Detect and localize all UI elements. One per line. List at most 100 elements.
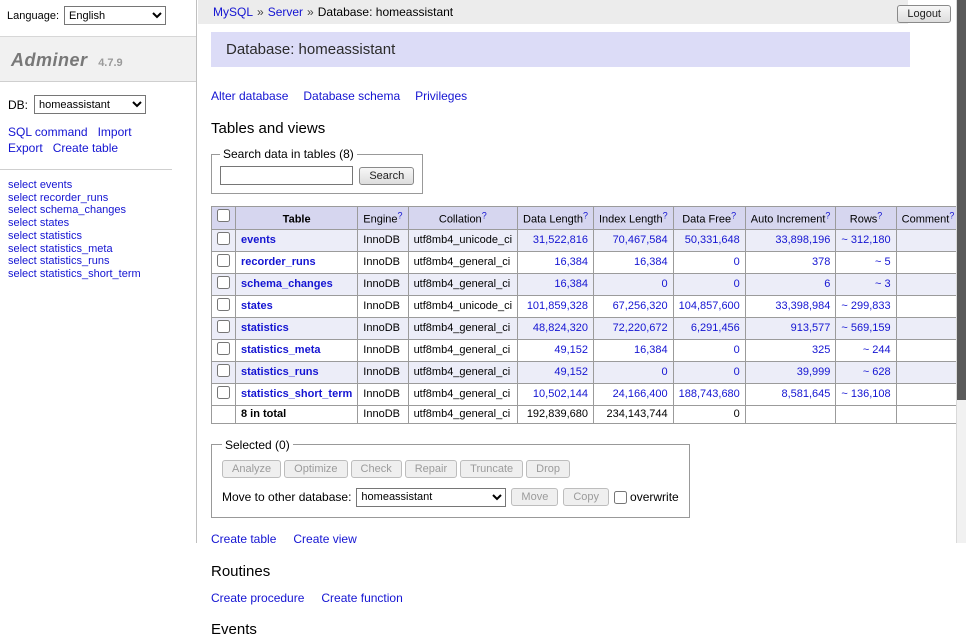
database-nav-link[interactable]: Privileges xyxy=(415,89,467,103)
database-nav-link[interactable]: Database schema xyxy=(303,89,400,103)
auto-increment-link[interactable]: 33,398,984 xyxy=(775,300,830,312)
rows-link[interactable]: ~ 569,159 xyxy=(841,322,890,334)
data-length-link[interactable]: 48,824,320 xyxy=(533,322,588,334)
column-help-link[interactable]: ? xyxy=(398,214,403,226)
table-name-link[interactable]: statistics xyxy=(241,322,289,334)
rows-link[interactable]: ~ 628 xyxy=(863,366,891,378)
data-free-link[interactable]: 0 xyxy=(734,256,740,268)
move-button[interactable]: Move xyxy=(511,488,558,506)
column-help-link[interactable]: ? xyxy=(949,214,954,226)
row-checkbox[interactable] xyxy=(217,232,230,245)
sidebar-table-link[interactable]: statistics xyxy=(40,230,82,242)
move-db-select[interactable]: homeassistant xyxy=(356,488,506,507)
search-input[interactable] xyxy=(220,166,353,185)
rows-link[interactable]: ~ 299,833 xyxy=(841,300,890,312)
breadcrumb-mysql-link[interactable]: MySQL xyxy=(213,5,253,19)
overwrite-checkbox[interactable] xyxy=(614,491,627,504)
row-checkbox[interactable] xyxy=(217,364,230,377)
auto-increment-link[interactable]: 325 xyxy=(812,344,830,356)
sidebar-table-link[interactable]: statistics_meta xyxy=(40,243,113,255)
auto-increment-link[interactable]: 913,577 xyxy=(791,322,831,334)
sidebar-select-link[interactable]: select xyxy=(8,217,37,229)
database-nav-link[interactable]: Alter database xyxy=(211,89,288,103)
data-length-link[interactable]: 16,384 xyxy=(554,278,588,290)
table-name-link[interactable]: events xyxy=(241,234,276,246)
bulk-action-button[interactable]: Analyze xyxy=(222,460,281,478)
db-select[interactable]: homeassistant xyxy=(34,95,146,114)
data-length-link[interactable]: 10,502,144 xyxy=(533,388,588,400)
create-link[interactable]: Create table xyxy=(211,532,276,546)
column-help-link[interactable]: ? xyxy=(663,214,668,226)
rows-link[interactable]: ~ 3 xyxy=(875,278,891,290)
table-name-link[interactable]: statistics_short_term xyxy=(241,388,352,400)
rows-link[interactable]: ~ 5 xyxy=(875,256,891,268)
column-help-link[interactable]: ? xyxy=(583,214,588,226)
data-length-link[interactable]: 16,384 xyxy=(554,256,588,268)
data-free-link[interactable]: 50,331,648 xyxy=(685,234,740,246)
sidebar-table-link[interactable]: statistics_short_term xyxy=(40,268,141,280)
language-select[interactable]: English xyxy=(64,6,166,25)
create-link[interactable]: Create view xyxy=(293,532,356,546)
data-free-link[interactable]: 0 xyxy=(734,278,740,290)
bulk-action-button[interactable]: Check xyxy=(351,460,402,478)
auto-increment-link[interactable]: 8,581,645 xyxy=(781,388,830,400)
table-name-link[interactable]: recorder_runs xyxy=(241,256,316,268)
sidebar-table-link[interactable]: statistics_runs xyxy=(40,255,110,267)
data-length-link[interactable]: 101,859,328 xyxy=(527,300,588,312)
rows-link[interactable]: ~ 244 xyxy=(863,344,891,356)
data-length-link[interactable]: 49,152 xyxy=(554,366,588,378)
data-free-link[interactable]: 0 xyxy=(734,366,740,378)
routine-create-link[interactable]: Create function xyxy=(321,591,402,605)
sidebar-table-link[interactable]: recorder_runs xyxy=(40,192,108,204)
data-free-link[interactable]: 6,291,456 xyxy=(691,322,740,334)
copy-button[interactable]: Copy xyxy=(563,488,609,506)
column-help-link[interactable]: ? xyxy=(877,214,882,226)
auto-increment-link[interactable]: 378 xyxy=(812,256,830,268)
data-free-link[interactable]: 0 xyxy=(734,344,740,356)
row-checkbox[interactable] xyxy=(217,254,230,267)
select-all-checkbox[interactable] xyxy=(217,209,230,222)
index-length-link[interactable]: 72,220,672 xyxy=(613,322,668,334)
index-length-link[interactable]: 16,384 xyxy=(634,344,668,356)
index-length-link[interactable]: 70,467,584 xyxy=(613,234,668,246)
bulk-action-button[interactable]: Repair xyxy=(405,460,457,478)
sidebar-select-link[interactable]: select xyxy=(8,179,37,191)
sidebar-select-link[interactable]: select xyxy=(8,243,37,255)
sidebar-table-link[interactable]: states xyxy=(40,217,69,229)
sidebar-action-link[interactable]: SQL command xyxy=(8,124,88,140)
scrollbar-thumb[interactable] xyxy=(957,0,966,400)
rows-link[interactable]: ~ 136,108 xyxy=(841,388,890,400)
bulk-action-button[interactable]: Truncate xyxy=(460,460,523,478)
adminer-logo-link[interactable]: Adminer xyxy=(11,50,88,70)
table-name-link[interactable]: statistics_runs xyxy=(241,366,319,378)
column-help-link[interactable]: ? xyxy=(482,214,487,226)
index-length-link[interactable]: 24,166,400 xyxy=(613,388,668,400)
row-checkbox[interactable] xyxy=(217,298,230,311)
bulk-action-button[interactable]: Optimize xyxy=(284,460,347,478)
auto-increment-link[interactable]: 6 xyxy=(824,278,830,290)
sidebar-select-link[interactable]: select xyxy=(8,192,37,204)
table-name-link[interactable]: schema_changes xyxy=(241,278,333,290)
data-length-link[interactable]: 31,522,816 xyxy=(533,234,588,246)
search-button[interactable]: Search xyxy=(359,167,414,185)
column-help-link[interactable]: ? xyxy=(825,214,830,226)
row-checkbox[interactable] xyxy=(217,386,230,399)
data-length-link[interactable]: 49,152 xyxy=(554,344,588,356)
row-checkbox[interactable] xyxy=(217,276,230,289)
row-checkbox[interactable] xyxy=(217,342,230,355)
logout-button[interactable]: Logout xyxy=(897,5,951,23)
index-length-link[interactable]: 0 xyxy=(662,278,668,290)
row-checkbox[interactable] xyxy=(217,320,230,333)
data-free-link[interactable]: 188,743,680 xyxy=(679,388,740,400)
sidebar-select-link[interactable]: select xyxy=(8,255,37,267)
sidebar-select-link[interactable]: select xyxy=(8,230,37,242)
sidebar-action-link[interactable]: Export xyxy=(8,140,43,156)
scrollbar-track[interactable] xyxy=(956,0,966,543)
index-length-link[interactable]: 67,256,320 xyxy=(613,300,668,312)
sidebar-select-link[interactable]: select xyxy=(8,268,37,280)
breadcrumb-server-link[interactable]: Server xyxy=(268,5,303,19)
rows-link[interactable]: ~ 312,180 xyxy=(841,234,890,246)
routine-create-link[interactable]: Create procedure xyxy=(211,591,304,605)
auto-increment-link[interactable]: 33,898,196 xyxy=(775,234,830,246)
index-length-link[interactable]: 0 xyxy=(662,366,668,378)
